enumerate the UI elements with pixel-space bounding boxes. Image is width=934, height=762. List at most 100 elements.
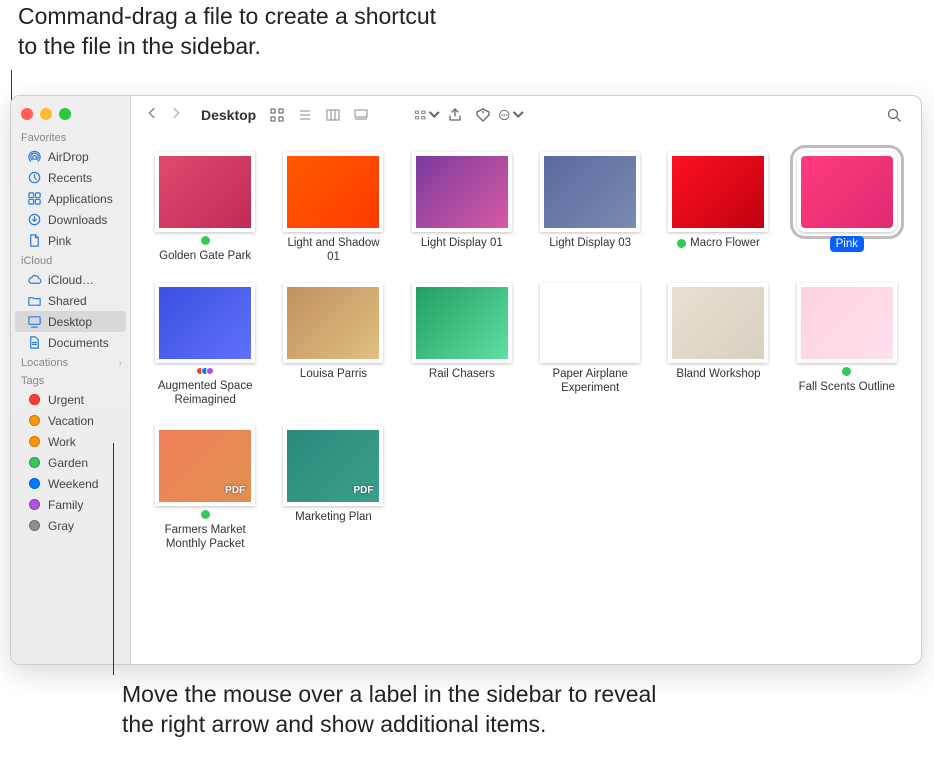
file-label: Golden Gate Park — [153, 236, 257, 263]
file-item[interactable]: Bland Workshop — [666, 283, 770, 408]
file-item[interactable]: Augmented Space Reimagined — [153, 283, 257, 408]
forward-button[interactable] — [169, 106, 183, 124]
list-view-button[interactable] — [292, 104, 318, 126]
file-thumbnail — [155, 283, 255, 363]
file-label-text: Light and Shadow 01 — [281, 236, 385, 265]
file-label-text: Paper Airplane Experiment — [538, 367, 642, 396]
file-thumbnail — [283, 283, 383, 363]
file-label-text: Macro Flower — [690, 236, 760, 250]
sidebar-item[interactable]: iCloud… — [15, 269, 126, 290]
tag-icon — [27, 476, 42, 491]
folder-icon — [27, 293, 42, 308]
view-switcher — [264, 104, 374, 126]
file-label-text: Augmented Space Reimagined — [153, 379, 257, 408]
close-button[interactable] — [21, 108, 33, 120]
file-thumbnail — [283, 426, 383, 506]
file-label-text: Bland Workshop — [676, 367, 760, 381]
nav-buttons — [145, 106, 183, 124]
file-label: Macro Flower — [677, 236, 760, 250]
sidebar-item[interactable]: Vacation — [15, 410, 126, 431]
sidebar-item-label: Downloads — [48, 213, 107, 227]
sidebar-item[interactable]: AirDrop — [15, 146, 126, 167]
callout-top: Command-drag a file to create a shortcut… — [18, 2, 448, 62]
sidebar-item[interactable]: Work — [15, 431, 126, 452]
back-button[interactable] — [145, 106, 159, 124]
sidebar-item[interactable]: Applications — [15, 188, 126, 209]
group-by-button[interactable] — [414, 104, 440, 126]
sidebar-item[interactable]: Gray — [15, 515, 126, 536]
sidebar-item[interactable]: Documents — [15, 332, 126, 353]
sidebar-item-label: Weekend — [48, 477, 98, 491]
toolbar-actions — [414, 104, 524, 126]
file-label: Marketing Plan — [295, 510, 372, 524]
docfolder-icon — [27, 335, 42, 350]
file-item[interactable]: Light Display 01 — [410, 152, 514, 265]
file-thumbnail — [797, 152, 897, 232]
file-item[interactable]: Paper Airplane Experiment — [538, 283, 642, 408]
file-item[interactable]: Light and Shadow 01 — [281, 152, 385, 265]
column-view-button[interactable] — [320, 104, 346, 126]
file-thumbnail — [668, 283, 768, 363]
file-label-text: Rail Chasers — [429, 367, 495, 381]
search-button[interactable] — [881, 104, 907, 126]
cloud-icon — [27, 272, 42, 287]
tags-button[interactable] — [470, 104, 496, 126]
file-item[interactable]: Golden Gate Park — [153, 152, 257, 265]
tag-icon — [27, 518, 42, 533]
zoom-button[interactable] — [59, 108, 71, 120]
sidebar-item[interactable]: Recents — [15, 167, 126, 188]
file-thumbnail — [797, 283, 897, 363]
sidebar-item[interactable]: Pink — [15, 230, 126, 251]
file-item[interactable]: Macro Flower — [666, 152, 770, 265]
sidebar-section-tags: Tags — [11, 371, 130, 389]
tag-dot-icon — [201, 510, 210, 519]
sidebar-section-favorites: Favorites — [11, 128, 130, 146]
gallery-view-button[interactable] — [348, 104, 374, 126]
file-thumbnail — [155, 426, 255, 506]
sidebar-item-label: Urgent — [48, 393, 84, 407]
tag-icon — [27, 413, 42, 428]
file-thumbnail — [283, 152, 383, 232]
sidebar-item-label: Shared — [48, 294, 87, 308]
file-label: Louisa Parris — [300, 367, 367, 381]
file-label-text: Marketing Plan — [295, 510, 372, 524]
file-label: Light Display 03 — [549, 236, 631, 250]
minimize-button[interactable] — [40, 108, 52, 120]
file-label-text: Farmers Market Monthly Packet — [153, 523, 257, 552]
sidebar-item[interactable]: Urgent — [15, 389, 126, 410]
file-thumbnail — [540, 152, 640, 232]
share-button[interactable] — [442, 104, 468, 126]
sidebar-item[interactable]: Desktop — [15, 311, 126, 332]
file-label-text: Light Display 01 — [421, 236, 503, 250]
file-item[interactable]: Marketing Plan — [281, 426, 385, 552]
file-item[interactable]: Light Display 03 — [538, 152, 642, 265]
file-label: Pink — [830, 236, 864, 252]
file-label-text: Fall Scents Outline — [799, 380, 896, 394]
clock-icon — [27, 170, 42, 185]
callout-bottom: Move the mouse over a label in the sideb… — [122, 680, 682, 740]
sidebar-item-label: Gray — [48, 519, 74, 533]
sidebar-item[interactable]: Shared — [15, 290, 126, 311]
sidebar-item[interactable]: Garden — [15, 452, 126, 473]
file-item[interactable]: Pink — [795, 152, 899, 265]
more-button[interactable] — [498, 104, 524, 126]
section-label: Locations — [21, 357, 68, 369]
file-thumbnail — [155, 152, 255, 232]
file-item[interactable]: Rail Chasers — [410, 283, 514, 408]
apps-icon — [27, 191, 42, 206]
desktop-icon — [27, 314, 42, 329]
chevron-right-icon: › — [119, 358, 122, 369]
sidebar-item[interactable]: Downloads — [15, 209, 126, 230]
file-label: Augmented Space Reimagined — [153, 367, 257, 408]
sidebar-section-locations[interactable]: Locations › — [11, 353, 130, 371]
file-label: Bland Workshop — [676, 367, 760, 381]
sidebar-item[interactable]: Family — [15, 494, 126, 515]
sidebar-item-label: AirDrop — [48, 150, 89, 164]
file-item[interactable]: Louisa Parris — [281, 283, 385, 408]
tag-dot-icon — [842, 367, 851, 376]
icon-view-button[interactable] — [264, 104, 290, 126]
file-item[interactable]: Farmers Market Monthly Packet — [153, 426, 257, 552]
sidebar-item-label: Documents — [48, 336, 109, 350]
sidebar-item[interactable]: Weekend — [15, 473, 126, 494]
file-item[interactable]: Fall Scents Outline — [795, 283, 899, 408]
